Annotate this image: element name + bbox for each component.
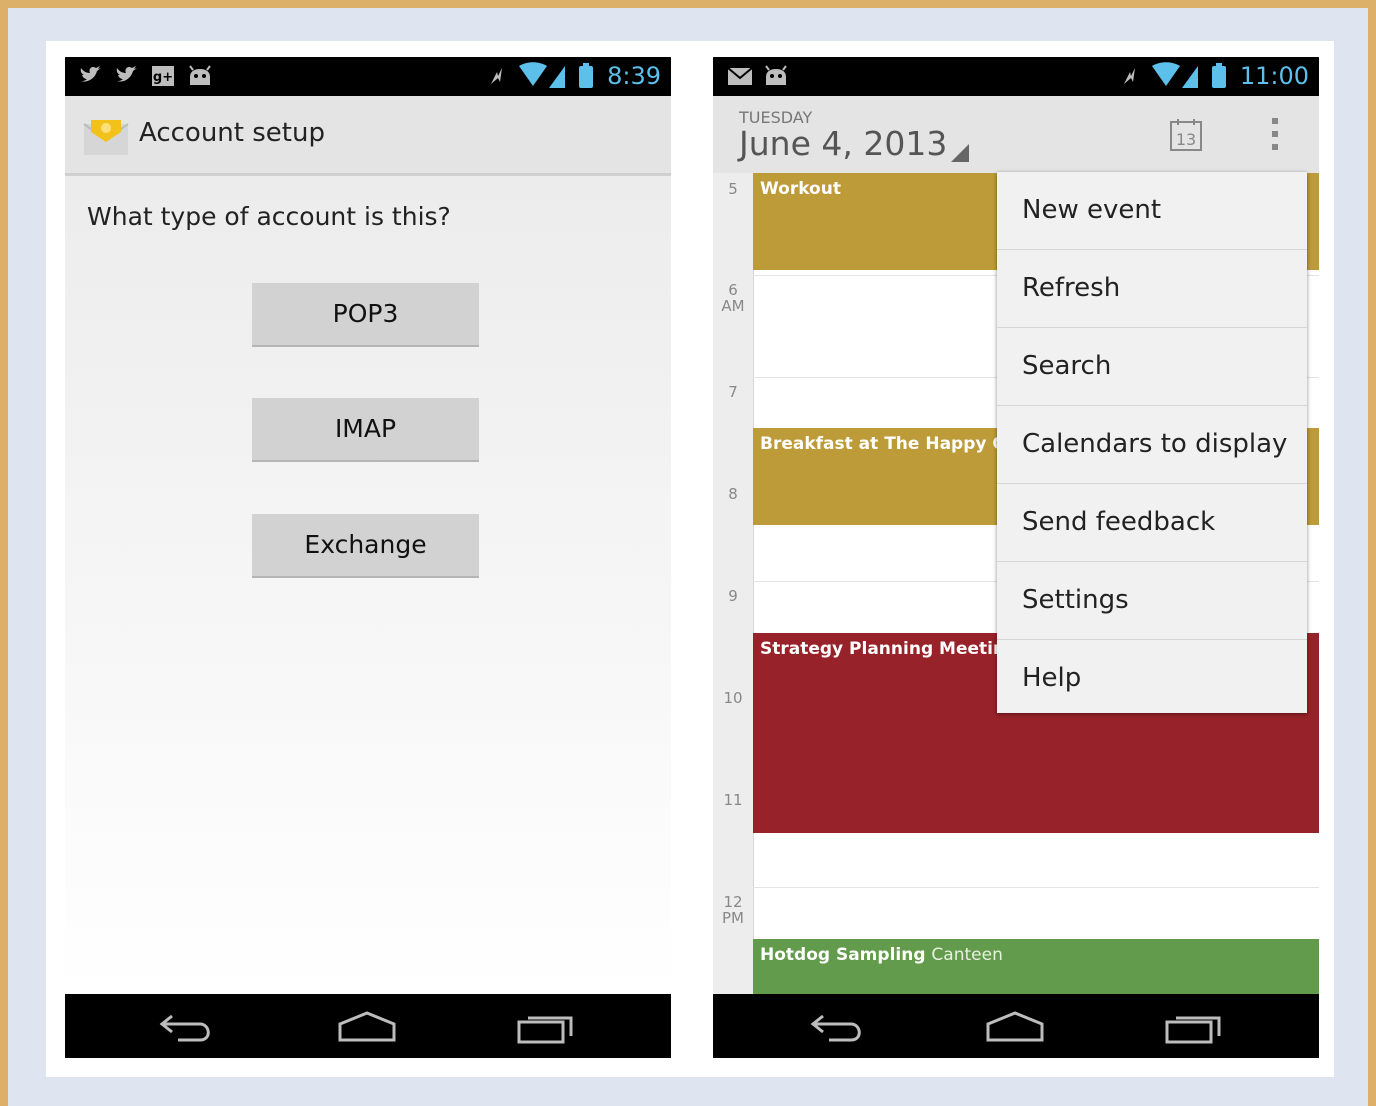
overflow-menu-icon[interactable] — [1271, 116, 1279, 152]
page-title: Account setup — [139, 118, 325, 148]
pop3-button[interactable]: POP3 — [252, 283, 479, 347]
hour-label-10: 10 — [723, 689, 743, 707]
recents-icon[interactable] — [1164, 1010, 1224, 1044]
status-time: 8:39 — [607, 62, 661, 90]
hour-label-11: 11 — [723, 791, 743, 809]
date-selector[interactable]: June 4, 2013 — [739, 124, 947, 163]
google-plus-icon: g+ — [151, 65, 175, 87]
gmail-icon — [727, 65, 753, 87]
hour-label-7: 7 — [728, 383, 738, 401]
status-time: 11:00 — [1239, 62, 1309, 90]
android-icon — [187, 65, 211, 87]
nav-bar — [713, 994, 1319, 1058]
event-title: Hotdog Sampling — [760, 945, 926, 965]
phone-account-setup: g+ 8:39 Account setup What type of accou… — [65, 57, 671, 1058]
hour-label-12: 12 PM — [722, 893, 744, 927]
hour-label-6: 6 AM — [721, 281, 745, 315]
dropdown-triangle-icon — [951, 144, 969, 162]
phone-calendar: 11:00 TUESDAY June 4, 2013 13 5 6 AM 7 8 … — [713, 57, 1319, 1058]
recents-icon[interactable] — [516, 1010, 576, 1044]
menu-item-send-feedback[interactable]: Send feedback — [997, 484, 1307, 562]
email-icon — [83, 120, 129, 155]
calendar-event-hotdog-sampling[interactable]: Hotdog Sampling Canteen — [753, 939, 1319, 995]
home-icon[interactable] — [337, 1010, 397, 1044]
today-number: 13 — [1176, 130, 1196, 149]
twitter-icon — [79, 65, 103, 87]
hour-label-9: 9 — [728, 587, 738, 605]
action-bar: TUESDAY June 4, 2013 13 — [713, 96, 1319, 173]
event-location: Canteen — [931, 945, 1003, 965]
menu-item-help[interactable]: Help — [997, 640, 1307, 717]
account-type-question: What type of account is this? — [87, 202, 451, 231]
time-column: 5 6 AM 7 8 9 10 11 12 PM — [713, 173, 754, 994]
menu-item-new-event[interactable]: New event — [997, 172, 1307, 250]
hour-label-8: 8 — [728, 485, 738, 503]
twitter-icon — [115, 65, 139, 87]
action-bar: Account setup — [65, 96, 671, 176]
overflow-menu: New event Refresh Search Calendars to di… — [997, 172, 1307, 713]
signal-icons — [491, 62, 594, 88]
menu-item-settings[interactable]: Settings — [997, 562, 1307, 640]
hour-divider — [753, 887, 1319, 888]
account-type-panel: What type of account is this? POP3 IMAP … — [65, 176, 671, 994]
menu-item-calendars-to-display[interactable]: Calendars to display — [997, 406, 1307, 484]
svg-text:g+: g+ — [153, 70, 173, 85]
hour-label-5: 5 — [728, 180, 738, 198]
menu-item-refresh[interactable]: Refresh — [997, 250, 1307, 328]
signal-icons — [1123, 62, 1226, 88]
nav-bar — [65, 994, 671, 1058]
back-icon[interactable] — [809, 1010, 869, 1044]
exchange-button[interactable]: Exchange — [252, 514, 479, 578]
home-icon[interactable] — [985, 1010, 1045, 1044]
android-icon — [763, 65, 787, 87]
status-bar: g+ 8:39 — [65, 57, 671, 96]
status-bar: 11:00 — [713, 57, 1319, 96]
back-icon[interactable] — [158, 1010, 218, 1044]
calendar-today-icon[interactable]: 13 — [1169, 118, 1203, 152]
imap-button[interactable]: IMAP — [252, 398, 479, 462]
menu-item-search[interactable]: Search — [997, 328, 1307, 406]
